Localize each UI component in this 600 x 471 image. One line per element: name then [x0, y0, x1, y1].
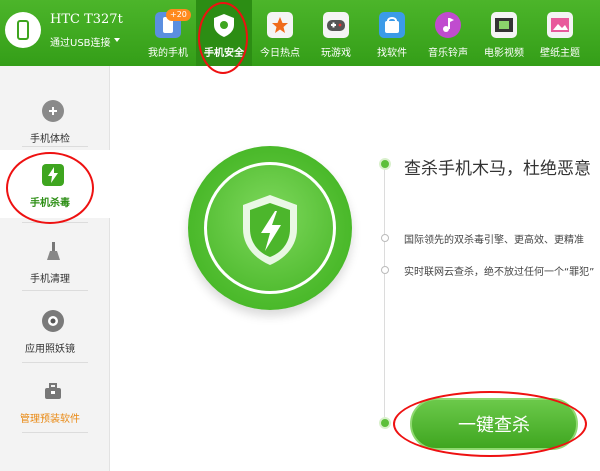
gamepad-glyph-icon: [327, 20, 345, 31]
nav-find-software[interactable]: 找软件: [364, 0, 420, 66]
toolbox-icon: [42, 380, 64, 402]
gamepad-icon: [323, 12, 349, 38]
bag-glyph-icon: [385, 17, 399, 33]
nav-today-hot[interactable]: 今日热点: [252, 0, 308, 66]
sidebar-item-phone-cleanup[interactable]: 手机清理: [0, 226, 110, 294]
annotation-circle: [6, 152, 94, 224]
nav-wallpaper[interactable]: 壁纸主题: [532, 0, 588, 66]
chevron-down-icon[interactable]: [114, 38, 120, 42]
divider: [22, 146, 88, 147]
picture-glyph-icon: [551, 18, 569, 32]
nav-label: 壁纸主题: [540, 48, 580, 59]
sidebar-item-label: 手机体检: [30, 134, 70, 145]
timeline-dot: [381, 266, 389, 274]
lens-icon: [42, 310, 64, 332]
picture-icon: [547, 12, 573, 38]
shield-bolt-icon: [243, 195, 297, 265]
nav-label: 今日热点: [260, 48, 300, 59]
sidebar-item-label: 管理预装软件: [20, 414, 80, 425]
timeline-line: [384, 163, 385, 423]
lens-glyph-icon: [48, 316, 58, 326]
timeline-dot: [379, 158, 391, 170]
broom-icon: [42, 240, 64, 262]
music-glyph-icon: [443, 18, 454, 32]
music-icon: [435, 12, 461, 38]
sidebar-item-label: 手机清理: [30, 274, 70, 285]
feature-item: 实时联网云查杀，绝不放过任何一个“罪犯”: [404, 267, 595, 278]
sidebar-item-app-mirror[interactable]: 应用照妖镜: [0, 296, 110, 364]
sidebar: 手机体检 手机杀毒 手机清理 应用照妖镜 管理预装软件: [0, 66, 110, 471]
timeline-dot: [379, 417, 391, 429]
top-bar: HTC T327t 通过USB连接 +20 我的手机 手机安全 今日热点 玩游戏…: [0, 0, 600, 66]
sidebar-item-phone-checkup[interactable]: 手机体检: [0, 86, 110, 154]
device-name: HTC T327t: [50, 12, 123, 27]
star-glyph-icon: [272, 17, 288, 33]
toolbox-glyph-icon: [45, 383, 61, 399]
phone-icon: [17, 20, 29, 40]
nav-label: 音乐铃声: [428, 48, 468, 59]
nav-label: 我的手机: [148, 48, 188, 59]
nav-games[interactable]: 玩游戏: [308, 0, 364, 66]
nav-label: 玩游戏: [321, 48, 351, 59]
bag-icon: [379, 12, 405, 38]
annotation-circle: [393, 391, 587, 457]
broom-glyph-icon: [47, 242, 60, 260]
nav-music[interactable]: 音乐铃声: [420, 0, 476, 66]
badge-count: 20: [176, 10, 187, 19]
connection-status[interactable]: 通过USB连接: [50, 34, 111, 49]
feature-item: 国际领先的双杀毒引擎、更高效、更精准: [404, 235, 584, 246]
film-glyph-icon: [495, 18, 513, 32]
device-avatar[interactable]: [5, 12, 41, 48]
nav-video[interactable]: 电影视频: [476, 0, 532, 66]
annotation-circle: [198, 2, 248, 74]
plus-circle-icon: [42, 100, 64, 122]
sidebar-item-preinstalled[interactable]: 管理预装软件: [0, 366, 110, 434]
plus-glyph-icon: [49, 107, 57, 115]
security-status-ring: [188, 146, 352, 310]
security-status-core: [204, 162, 336, 294]
film-icon: [491, 12, 517, 38]
nav-label: 电影视频: [484, 48, 524, 59]
divider: [22, 290, 88, 291]
divider: [22, 362, 88, 363]
page-headline: 查杀手机木马，杜绝恶意: [404, 159, 591, 179]
timeline-dot: [381, 234, 389, 242]
star-icon: [267, 12, 293, 38]
nav-badge: +20: [166, 9, 191, 21]
sidebar-item-label: 应用照妖镜: [25, 344, 75, 355]
nav-label: 找软件: [377, 48, 407, 59]
divider: [22, 432, 88, 433]
nav-my-phone[interactable]: +20 我的手机: [140, 0, 196, 66]
